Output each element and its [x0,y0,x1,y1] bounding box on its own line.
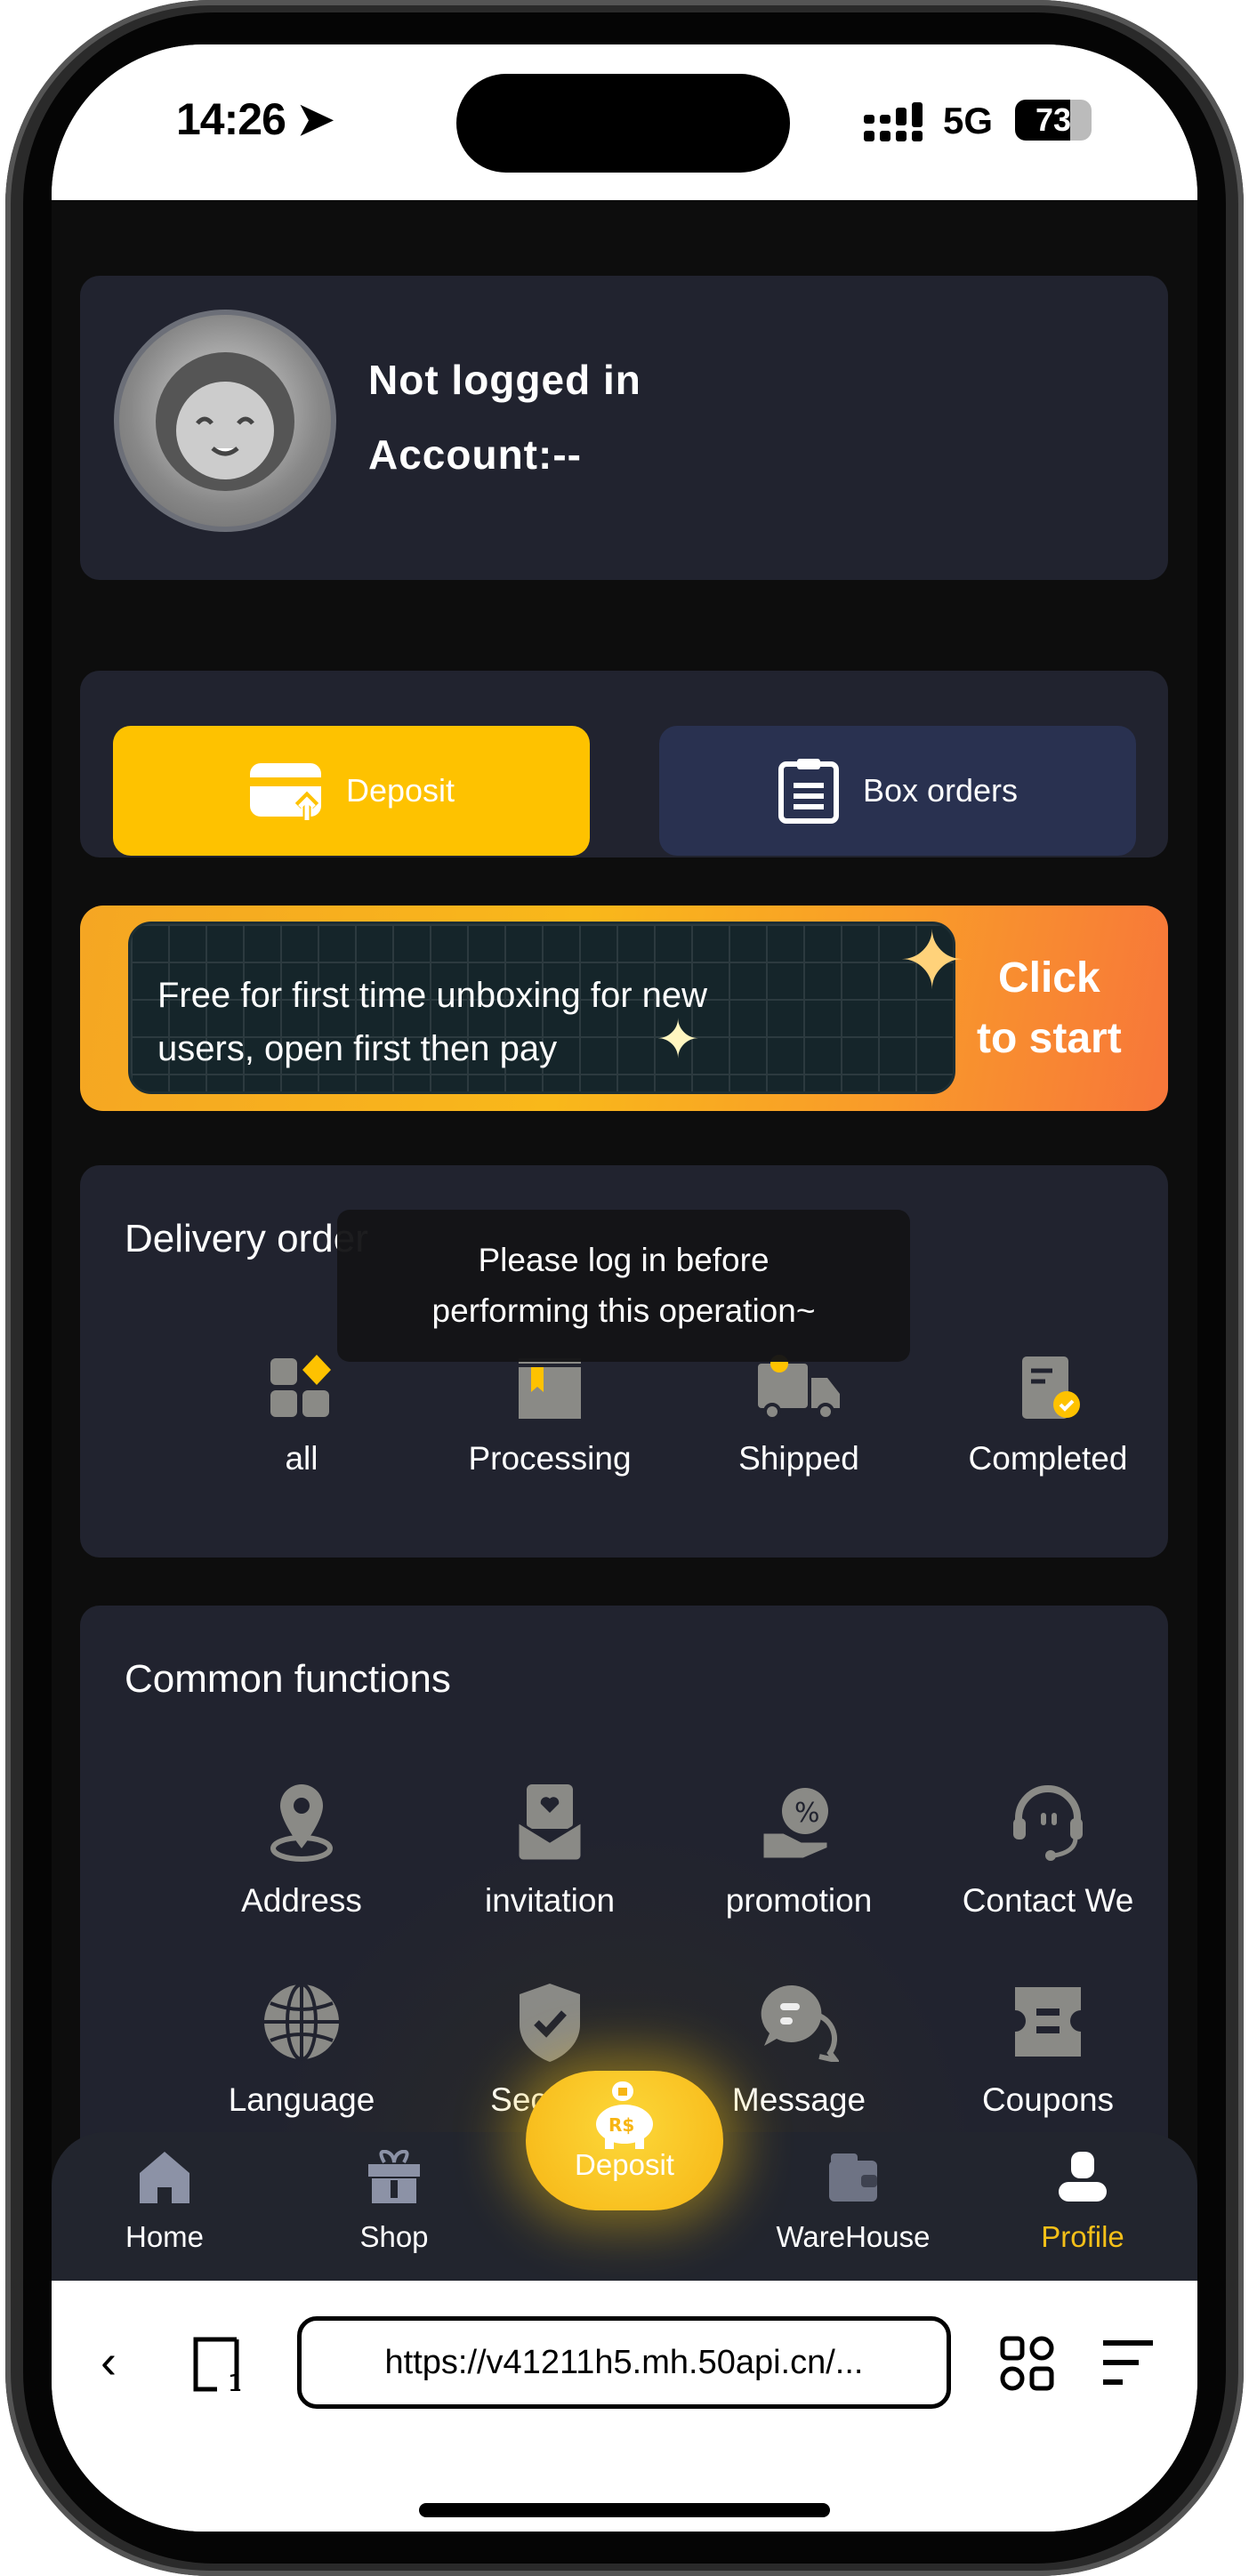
card-deposit-icon [249,763,321,820]
network-label: 5G [943,100,994,141]
banner-text-line2: users, open first then pay [157,1029,558,1068]
common-functions-title: Common functions [125,1657,451,1701]
coupon-ticket-icon [1015,1987,1081,2057]
location-icon: ➤ [296,94,334,144]
order-filter-label: Shipped [738,1440,859,1477]
time-text: 14:26 [176,94,286,144]
url-bar[interactable]: https://v41211h5.mh.50api.cn/... [297,2316,951,2409]
location-pin-icon [270,1784,333,1862]
invitation-envelope-icon [516,1784,584,1863]
nav-shop[interactable]: Shop [305,2149,483,2254]
function-label: Coupons [981,2081,1115,2118]
function-address[interactable]: Address [177,1783,426,1920]
svg-text:1: 1 [228,2371,243,2393]
clipboard-icon [778,759,839,824]
document-completed-icon [1022,1356,1080,1419]
login-required-toast: Please log in before performing this ope… [337,1210,910,1362]
gift-icon [368,2149,420,2203]
status-time: 14:26 ➤ [176,93,334,145]
truck-shipped-icon [758,1355,840,1421]
promotion-discount-icon: % [761,1788,830,1861]
function-label: promotion [725,1882,873,1919]
banner-panel: Free for first time unboxing for new use… [128,922,955,1094]
nav-label: WareHouse [776,2220,931,2253]
toast-line2: performing this operation~ [431,1292,816,1329]
nav-deposit-button[interactable]: R$ Deposit [526,2071,723,2210]
cta-line2: to start [977,1015,1122,1062]
order-filter-processing[interactable]: Processing [425,1355,674,1477]
battery-level: 73 [1035,101,1072,138]
battery-indicator: 73 [1015,100,1092,141]
banner-cta[interactable]: Click to start [977,948,1122,1069]
menu-icon[interactable] [1101,2339,1155,2387]
shield-check-icon [520,1984,580,2062]
currency-badge: R$ [608,2114,634,2136]
nav-label: Profile [1041,2220,1124,2253]
function-promotion[interactable]: % promotion [674,1783,923,1920]
box-orders-button[interactable]: Box orders [659,726,1136,856]
order-filter-all[interactable]: all [177,1355,426,1477]
back-icon[interactable]: ‹ [101,2334,117,2389]
order-filter-shipped[interactable]: Shipped [674,1355,923,1477]
function-invitation[interactable]: invitation [425,1783,674,1920]
function-label: Language [228,2081,375,2118]
function-label: Contact We [962,1882,1134,1919]
nav-profile[interactable]: Profile [994,2150,1172,2254]
url-text: https://v41211h5.mh.50api.cn/... [384,2344,864,2381]
home-icon [140,2152,189,2203]
astronaut-avatar-icon [156,352,294,491]
profile-card[interactable]: Not logged in Account:-- [80,276,1168,580]
screen: 14:26 ➤ 5G 73 Not logged in Account:-- D… [52,44,1197,2532]
headset-support-icon [1013,1785,1083,1861]
banner-text-line1: Free for first time unboxing for new [157,976,708,1015]
browser-toolbar: ‹ 1 https://v41211h5.mh.50api.cn/... [52,2281,1197,2532]
page-content: Not logged in Account:-- Deposit Box ord… [52,200,1197,2281]
bottom-nav: Home Shop R$ Deposit WareHouse Profile [52,2071,1197,2281]
actions-card: Deposit Box orders [80,671,1168,857]
status-bar: 14:26 ➤ 5G 73 [52,44,1197,200]
cta-line1: Click [997,954,1100,1002]
nav-label: Home [125,2220,205,2253]
globe-icon [264,1983,339,2061]
deposit-label: Deposit [345,772,455,809]
dynamic-island [456,74,790,173]
function-coupons[interactable]: Coupons [923,1982,1172,2119]
tabs-icon[interactable]: 1 [192,2336,249,2393]
sparkles-icon: ✦ [656,1010,701,1069]
wallet-icon [829,2153,877,2202]
function-label: Address [241,1882,362,1919]
deposit-button[interactable]: Deposit [113,726,590,856]
promo-banner[interactable]: Free for first time unboxing for new use… [80,906,1168,1111]
account-label: Account:-- [368,431,582,478]
order-filter-label: Completed [968,1440,1128,1477]
piggy-bank-icon: R$ [596,2081,653,2149]
signal-icon [864,102,923,141]
order-filter-label: all [285,1440,318,1477]
nav-home[interactable]: Home [76,2150,254,2254]
profile-person-icon [1059,2152,1107,2202]
star-icon: ✦ [898,917,966,1006]
box-orders-label: Box orders [862,772,1019,809]
apps-grid-icon[interactable] [1000,2336,1055,2391]
order-filter-completed[interactable]: Completed [923,1355,1172,1477]
function-language[interactable]: Language [177,1982,426,2119]
box-processing-icon [519,1358,581,1419]
svg-text:%: % [794,1798,820,1829]
banner-text: Free for first time unboxing for new use… [157,969,707,1075]
function-label: invitation [484,1882,616,1919]
avatar[interactable] [114,310,336,532]
home-indicator[interactable] [419,2503,830,2517]
nav-warehouse[interactable]: WareHouse [764,2150,942,2254]
delivery-title: Delivery order [125,1217,368,1260]
all-grid-icon [270,1355,331,1417]
login-status: Not logged in [368,357,641,403]
chat-bubble-icon [761,1984,839,2062]
order-filter-label: Processing [468,1440,632,1477]
nav-label: Deposit [575,2148,674,2181]
function-contact[interactable]: Contact We [923,1783,1172,1920]
nav-label: Shop [359,2220,429,2253]
toast-line1: Please log in before [478,1242,770,1278]
